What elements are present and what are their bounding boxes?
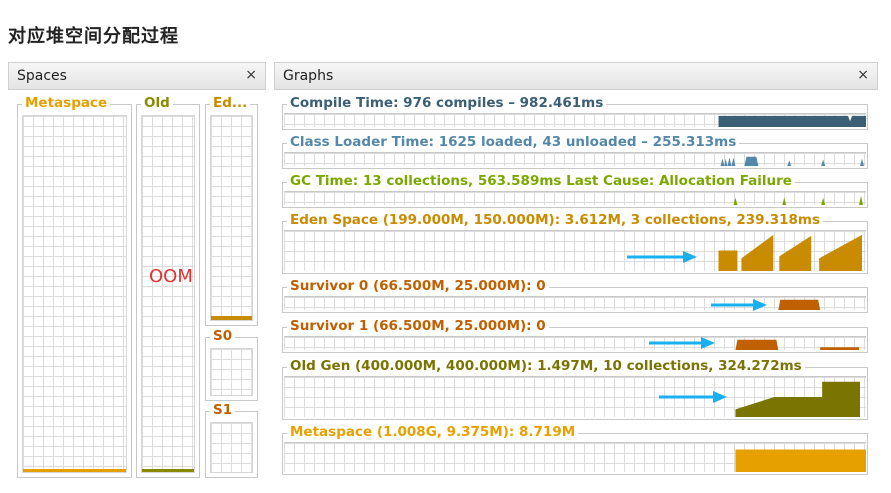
s1-space-area bbox=[210, 422, 253, 473]
old-space: Old bbox=[136, 95, 200, 478]
eden-space-fill bbox=[211, 316, 252, 320]
old-gen-series bbox=[735, 381, 861, 417]
metaspace-space-fill bbox=[23, 469, 126, 472]
survivor1-graph: Survivor 1 (66.500M, 25.000M): 0 bbox=[282, 318, 868, 353]
spaces-close-icon[interactable]: × bbox=[245, 67, 257, 83]
oom-annotation: OOM bbox=[149, 266, 193, 287]
old-gen-label: Old Gen (400.000M, 400.000M): 1.497M, 10… bbox=[287, 358, 805, 374]
page-title: 对应堆空间分配过程 bbox=[8, 26, 179, 47]
eden-space-area bbox=[210, 115, 253, 321]
compile-time-label: Compile Time: 976 compiles – 982.461ms bbox=[287, 95, 607, 111]
metaspace-series bbox=[735, 449, 866, 472]
s1-space: S1 bbox=[205, 402, 258, 478]
old-space-area bbox=[141, 115, 195, 473]
s0-space-area bbox=[210, 348, 253, 396]
compile-time-graph: Compile Time: 976 compiles – 982.461ms bbox=[282, 95, 868, 130]
old-space-label: Old bbox=[141, 95, 173, 111]
graphs-tab[interactable]: Graphs × bbox=[274, 62, 878, 90]
class-loader-graph: Class Loader Time: 1625 loaded, 43 unloa… bbox=[282, 134, 868, 169]
spaces-tab[interactable]: Spaces × bbox=[8, 62, 266, 90]
eden-space-series bbox=[718, 234, 863, 271]
eden-space-plot bbox=[284, 230, 866, 271]
s1-space-label: S1 bbox=[210, 402, 236, 418]
gc-time-label: GC Time: 13 collections, 563.589ms Last … bbox=[287, 173, 795, 189]
survivor1-series bbox=[735, 339, 860, 350]
eden-space-graph: Eden Space (199.000M, 150.000M): 3.612M,… bbox=[282, 212, 868, 274]
gc-time-series bbox=[733, 195, 864, 205]
survivor0-label: Survivor 0 (66.500M, 25.000M): 0 bbox=[287, 278, 549, 294]
metaspace-space-label: Metaspace bbox=[22, 95, 111, 111]
old-space-fill bbox=[142, 469, 194, 472]
survivor0-graph: Survivor 0 (66.500M, 25.000M): 0 bbox=[282, 278, 868, 313]
survivor0-arrow-icon bbox=[711, 298, 767, 312]
spaces-tab-title: Spaces bbox=[17, 68, 67, 84]
survivor1-plot bbox=[284, 336, 866, 350]
gc-time-graph: GC Time: 13 collections, 563.589ms Last … bbox=[282, 173, 868, 208]
graphs-close-icon[interactable]: × bbox=[857, 67, 869, 83]
metaspace-space-area bbox=[22, 115, 127, 473]
class-loader-plot bbox=[284, 152, 866, 166]
class-loader-label: Class Loader Time: 1625 loaded, 43 unloa… bbox=[287, 134, 740, 150]
survivor1-label: Survivor 1 (66.500M, 25.000M): 0 bbox=[287, 318, 549, 334]
eden-space-label: Ed... bbox=[210, 95, 251, 111]
metaspace-space: Metaspace bbox=[17, 95, 132, 478]
compile-time-plot bbox=[284, 113, 866, 127]
survivor1-arrow-icon bbox=[649, 336, 715, 350]
survivor0-plot bbox=[284, 296, 866, 310]
metaspace-plot bbox=[284, 442, 866, 472]
eden-space: Ed... bbox=[205, 95, 258, 326]
s0-space: S0 bbox=[205, 328, 258, 401]
old-gen-graph: Old Gen (400.000M, 400.000M): 1.497M, 10… bbox=[282, 358, 868, 420]
metaspace-graph: Metaspace (1.008G, 9.375M): 8.719M bbox=[282, 424, 868, 475]
old-gen-arrow-icon bbox=[659, 390, 727, 404]
s0-space-label: S0 bbox=[210, 328, 236, 344]
graphs-tab-title: Graphs bbox=[283, 68, 334, 84]
metaspace-graph-label: Metaspace (1.008G, 9.375M): 8.719M bbox=[287, 424, 579, 440]
old-gen-plot bbox=[284, 376, 866, 417]
eden-space-graph-label: Eden Space (199.000M, 150.000M): 3.612M,… bbox=[287, 212, 823, 228]
survivor0-series bbox=[778, 299, 821, 310]
compile-time-series bbox=[718, 115, 866, 127]
gc-time-plot bbox=[284, 191, 866, 205]
eden-arrow-icon bbox=[627, 250, 697, 264]
class-loader-series bbox=[720, 156, 865, 166]
